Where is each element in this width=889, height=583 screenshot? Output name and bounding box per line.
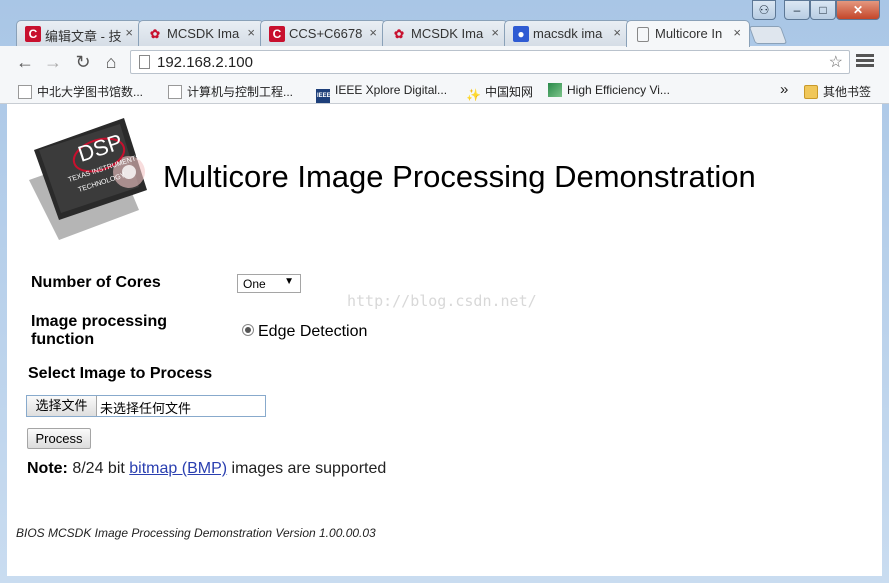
tab-1[interactable]: C 编辑文章 - 技 ×	[16, 20, 142, 46]
forward-icon[interactable]: →	[42, 51, 64, 73]
tab-title: CCS+C6678	[289, 26, 363, 41]
edge-detection-radio[interactable]	[242, 324, 254, 336]
tab-title: MCSDK Ima	[411, 26, 484, 41]
menu-icon[interactable]	[856, 52, 874, 70]
close-icon[interactable]: ×	[733, 25, 741, 40]
ti-icon: ✿	[149, 27, 161, 41]
bookmark-item[interactable]: IEEE IEEE Xplore Digital...	[316, 83, 447, 103]
tab-5[interactable]: ● macsdk ima ×	[504, 20, 630, 46]
tab-2[interactable]: ✿ MCSDK Ima ×	[138, 20, 264, 46]
csdn-c-icon: C	[269, 26, 285, 42]
page-icon	[18, 85, 32, 99]
address-bar[interactable]: 192.168.2.100 ☆	[130, 50, 850, 74]
note-prefix: Note:	[27, 460, 68, 477]
cnki-icon: ✨	[466, 88, 481, 102]
bookmarks-overflow-icon[interactable]: »	[780, 81, 788, 98]
process-button[interactable]: Process	[27, 428, 91, 449]
version-footer: BIOS MCSDK Image Processing Demonstratio…	[16, 526, 376, 540]
ieee-icon: IEEE	[316, 89, 331, 103]
bookmark-item[interactable]: 计算机与控制工程...	[168, 83, 293, 100]
url-text: 192.168.2.100	[157, 54, 253, 71]
note-text-2: images are supported	[227, 460, 387, 477]
bookmark-item[interactable]: ✨ 中国知网	[466, 83, 533, 102]
tab-strip: C 编辑文章 - 技 × ✿ MCSDK Ima × C CCS+C6678 ×…	[0, 0, 889, 47]
select-image-label: Select Image to Process	[28, 365, 213, 382]
page-title: Multicore Image Processing Demonstration	[163, 159, 756, 194]
tab-title: macsdk ima	[533, 26, 603, 41]
bookmark-item[interactable]: 中北大学图书馆数...	[18, 83, 143, 100]
cores-select-value: One	[243, 277, 266, 291]
new-tab-button[interactable]	[748, 26, 788, 44]
other-bookmarks[interactable]: 其他书签	[804, 83, 871, 100]
bmp-link[interactable]: bitmap (BMP)	[129, 460, 227, 477]
hevc-icon	[548, 83, 562, 97]
close-icon[interactable]: ×	[491, 25, 499, 40]
page-icon	[139, 55, 150, 69]
file-input[interactable]: 选择文件 未选择任何文件	[26, 395, 266, 417]
tab-title: MCSDK Ima	[167, 26, 240, 41]
watermark: http://blog.csdn.net/	[347, 292, 537, 310]
toolbar: ← → ↻ ⌂ 192.168.2.100 ☆	[0, 46, 889, 78]
tab-title: 编辑文章 - 技	[45, 29, 122, 44]
page-icon	[637, 27, 649, 42]
note: Note: 8/24 bit bitmap (BMP) images are s…	[27, 460, 386, 478]
back-icon[interactable]: ←	[14, 51, 36, 73]
tab-title: Multicore In	[655, 26, 723, 41]
close-icon[interactable]: ×	[247, 25, 255, 40]
bookmarks-bar: 中北大学图书馆数... 计算机与控制工程... IEEE IEEE Xplore …	[0, 78, 889, 104]
tab-6-active[interactable]: Multicore In ×	[626, 20, 750, 47]
baidu-paw-icon: ●	[513, 26, 529, 42]
folder-icon	[804, 85, 818, 99]
dsp-chip-logo: DSP TEXAS INSTRUMENTS TECHNOLOGY	[29, 118, 147, 240]
close-icon[interactable]: ×	[613, 25, 621, 40]
function-label-line1: Image processing	[31, 313, 168, 330]
no-file-text: 未选择任何文件	[100, 401, 192, 416]
page-content: DSP TEXAS INSTRUMENTS TECHNOLOGY Multico…	[7, 104, 882, 576]
page-icon	[168, 85, 182, 99]
ti-icon: ✿	[393, 27, 405, 41]
note-text-1: 8/24 bit	[67, 460, 130, 477]
tab-3[interactable]: C CCS+C6678 ×	[260, 20, 386, 46]
close-icon[interactable]: ×	[125, 25, 133, 40]
reload-icon[interactable]: ↻	[72, 51, 94, 73]
bookmark-item[interactable]: High Efficiency Vi...	[548, 83, 670, 97]
choose-file-button[interactable]: 选择文件	[27, 396, 97, 416]
browser-window: ⚇ – □ ✕ C 编辑文章 - 技 × ✿ MCSDK Ima × C CCS…	[0, 0, 889, 583]
cores-select[interactable]: One ▼	[237, 274, 301, 293]
function-label-line2: function	[31, 331, 95, 348]
close-icon[interactable]: ×	[369, 25, 377, 40]
home-icon[interactable]: ⌂	[100, 51, 122, 73]
tab-4[interactable]: ✿ MCSDK Ima ×	[382, 20, 508, 46]
csdn-c-icon: C	[25, 26, 41, 42]
edge-detection-label: Edge Detection	[258, 323, 368, 340]
dropdown-arrow-icon: ▼	[284, 276, 294, 287]
cores-label: Number of Cores	[31, 274, 161, 291]
bookmark-star-icon[interactable]: ☆	[829, 52, 843, 72]
